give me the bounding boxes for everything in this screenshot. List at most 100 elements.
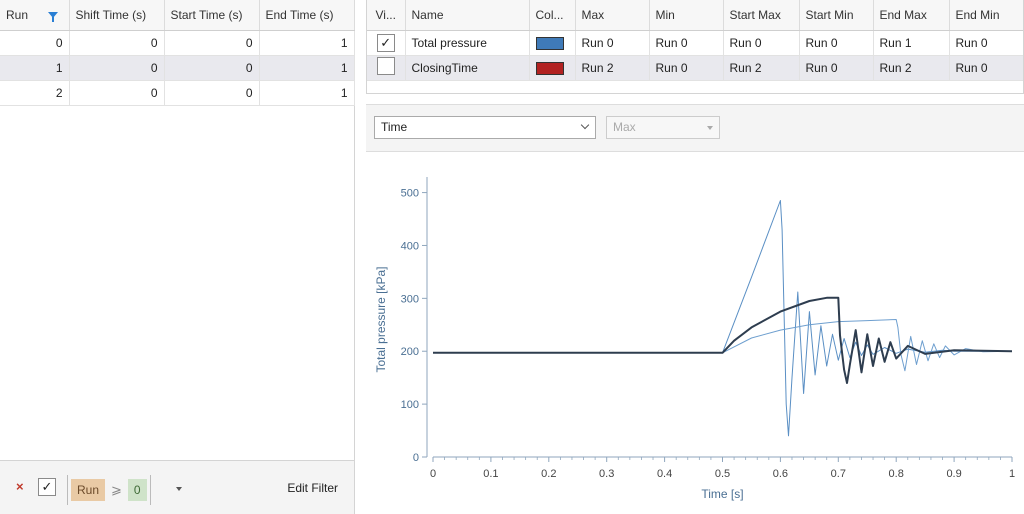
line-chart[interactable]: 0 0.1 0.2 0.3 0.4 0.5 0.6 0.7 0.8 0.9 1 0 100 200 300 4… [366, 162, 1024, 514]
cell-visible[interactable]: ✓ [367, 30, 406, 56]
column-header-max[interactable]: Max [575, 0, 650, 31]
cell-color[interactable] [529, 55, 576, 81]
filter-panel: × ✓ Run ⩾ 0 Edit Filter [0, 460, 354, 514]
filter-operator-token[interactable]: ⩾ [109, 482, 124, 498]
x-tick-label: 0.7 [831, 468, 846, 480]
aggregate-mode-value: Max [613, 120, 636, 134]
cell-end-time[interactable]: 1 [259, 30, 355, 56]
table-row[interactable]: ClosingTime Run 2 Run 0 Run 2 Run 0 Run … [367, 55, 1023, 81]
table-row[interactable]: 0 0 0 1 [0, 30, 355, 56]
visible-checkbox[interactable] [376, 57, 395, 75]
y-tick-label: 0 [413, 452, 419, 464]
x-tick-label: 0.2 [541, 468, 556, 480]
color-swatch[interactable] [535, 61, 564, 75]
x-axis-select[interactable]: Time [374, 116, 596, 139]
x-tick-label: 0.1 [483, 468, 498, 480]
clear-filter-icon[interactable]: × [16, 480, 28, 494]
cell-end-max[interactable]: Run 2 [873, 55, 950, 81]
cell-end-max[interactable]: Run 1 [873, 30, 950, 56]
y-tick-label: 200 [401, 346, 419, 358]
table-row[interactable]: 2 0 0 1 [0, 80, 355, 106]
filter-funnel-icon[interactable] [48, 11, 59, 22]
column-header-shift-time[interactable]: Shift Time (s) [69, 0, 165, 31]
series-line-0 [433, 200, 1012, 437]
x-tick-label: 0.4 [657, 468, 672, 480]
column-header-min[interactable]: Min [649, 0, 724, 31]
cell-color[interactable] [529, 30, 576, 56]
series-line-1 [433, 319, 1013, 372]
variables-table-container: Vi... Name Col... Max Min Start Max Star… [366, 0, 1024, 94]
x-tick-label: 1 [1009, 468, 1015, 480]
color-swatch[interactable] [535, 36, 564, 50]
cell-end-min[interactable]: Run 0 [949, 55, 1023, 81]
filter-field-token[interactable]: Run [71, 479, 106, 501]
filter-enabled-checkbox[interactable]: ✓ [38, 478, 56, 496]
visible-checkbox[interactable]: ✓ [376, 33, 395, 52]
table-row[interactable]: 1 0 0 1 [0, 55, 355, 81]
cell-name[interactable]: ClosingTime [405, 55, 530, 81]
cell-start-time[interactable]: 0 [164, 80, 260, 106]
x-tick-label: 0.9 [946, 468, 961, 480]
cell-start-min[interactable]: Run 0 [799, 55, 874, 81]
y-tick-label: 300 [401, 293, 419, 305]
column-header-end-time[interactable]: End Time (s) [259, 0, 355, 31]
cell-start-max[interactable]: Run 0 [723, 30, 800, 56]
column-header-start-max[interactable]: Start Max [723, 0, 800, 31]
cell-start-time[interactable]: 0 [164, 30, 260, 56]
cell-max[interactable]: Run 0 [575, 30, 650, 56]
x-tick-label: 0 [430, 468, 436, 480]
y-axis-label: Total pressure [kPa] [374, 266, 388, 372]
cell-end-time[interactable]: 1 [259, 55, 355, 81]
column-header-run[interactable]: Run [0, 0, 70, 31]
cell-start-time[interactable]: 0 [164, 55, 260, 81]
column-header-start-min[interactable]: Start Min [799, 0, 874, 31]
edit-filter-button[interactable]: Edit Filter [287, 481, 338, 495]
dropdown-arrow-icon [707, 126, 713, 130]
cell-run[interactable]: 1 [0, 55, 70, 81]
column-header-color[interactable]: Col... [529, 0, 576, 31]
x-axis-select-value: Time [381, 120, 408, 134]
plot-panel: Vi... Name Col... Max Min Start Max Star… [366, 0, 1024, 514]
cell-name[interactable]: Total pressure [405, 30, 530, 56]
runs-header-row: Run Shift Time (s) Start Time (s) End Ti… [0, 0, 355, 31]
filter-expression[interactable]: Run ⩾ 0 [67, 475, 151, 505]
column-header-end-min[interactable]: End Min [949, 0, 1023, 31]
y-tick-label: 500 [401, 188, 419, 200]
cell-start-min[interactable]: Run 0 [799, 30, 874, 56]
x-tick-label: 0.6 [773, 468, 788, 480]
x-tick-label: 0.5 [715, 468, 730, 480]
column-header-name[interactable]: Name [405, 0, 530, 31]
variables-header-row: Vi... Name Col... Max Min Start Max Star… [367, 0, 1023, 31]
x-tick-label: 0.3 [599, 468, 614, 480]
cell-end-min[interactable]: Run 0 [949, 30, 1023, 56]
series-line-2 [433, 296, 1013, 384]
runs-table: Run Shift Time (s) Start Time (s) End Ti… [0, 0, 355, 106]
cell-visible[interactable] [367, 55, 406, 81]
cell-min[interactable]: Run 0 [649, 30, 724, 56]
column-header-label: Run [6, 7, 29, 22]
table-row[interactable]: ✓ Total pressure Run 0 Run 0 Run 0 Run 0… [367, 30, 1023, 56]
column-header-start-time[interactable]: Start Time (s) [164, 0, 260, 31]
cell-shift-time[interactable]: 0 [69, 80, 165, 106]
x-tick-label: 0.8 [889, 468, 904, 480]
filter-history-dropdown-icon[interactable] [176, 487, 182, 491]
y-tick-label: 400 [401, 240, 419, 252]
y-tick-label: 100 [401, 399, 419, 411]
cell-min[interactable]: Run 0 [649, 55, 724, 81]
axis-toolbar: Time Max [366, 104, 1024, 152]
cell-shift-time[interactable]: 0 [69, 55, 165, 81]
column-header-end-max[interactable]: End Max [873, 0, 950, 31]
cell-run[interactable]: 2 [0, 80, 70, 106]
chart-svg[interactable]: 0 0.1 0.2 0.3 0.4 0.5 0.6 0.7 0.8 0.9 1 0 100 200 300 4… [366, 162, 1024, 514]
filter-value-token[interactable]: 0 [127, 479, 147, 501]
chevron-down-icon [580, 120, 590, 130]
aggregate-mode-select[interactable]: Max [606, 116, 720, 139]
cell-end-time[interactable]: 1 [259, 80, 355, 106]
cell-max[interactable]: Run 2 [575, 55, 650, 81]
column-header-visible[interactable]: Vi... [367, 0, 406, 31]
cell-run[interactable]: 0 [0, 30, 70, 56]
x-axis-label: Time [s] [701, 487, 743, 501]
cell-shift-time[interactable]: 0 [69, 30, 165, 56]
runs-panel: Run Shift Time (s) Start Time (s) End Ti… [0, 0, 355, 514]
cell-start-max[interactable]: Run 2 [723, 55, 800, 81]
